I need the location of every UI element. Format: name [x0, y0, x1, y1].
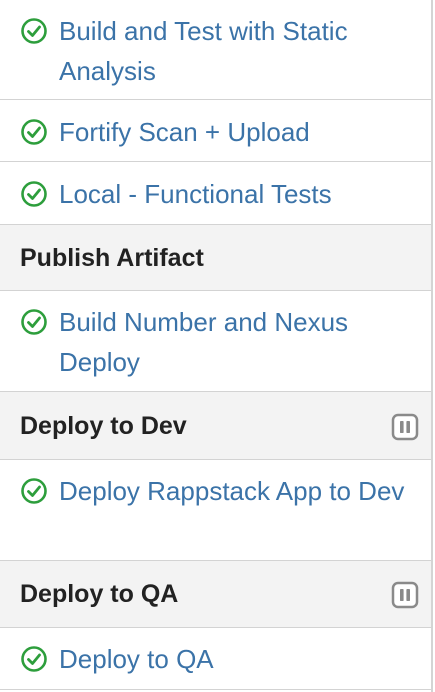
success-check-icon [21, 181, 47, 207]
success-check-icon [21, 309, 47, 335]
stage-title: Publish Artifact [20, 244, 204, 272]
stage-header-deploy-to-qa: Deploy to QA [0, 561, 431, 628]
success-check-icon [21, 18, 47, 44]
success-check-icon [21, 646, 47, 672]
success-check-icon [21, 119, 47, 145]
stage-title: Deploy to QA [20, 580, 179, 608]
success-check-icon [21, 478, 47, 504]
stage-title: Deploy to Dev [20, 412, 187, 440]
stage-header-deploy-to-dev: Deploy to Dev [0, 392, 431, 460]
job-link-deploy-rappstack-dev[interactable]: Deploy Rappstack App to Dev [59, 471, 419, 511]
job-link-fortify-scan[interactable]: Fortify Scan + Upload [59, 112, 419, 152]
stage-header-publish-artifact: Publish Artifact [0, 225, 431, 291]
job-link-build-number-nexus[interactable]: Build Number and Nexus Deploy [59, 302, 419, 382]
job-row: Build Number and Nexus Deploy [0, 291, 431, 392]
job-row: Fortify Scan + Upload [0, 100, 431, 162]
job-row: Build and Test with Static Analysis [0, 0, 431, 100]
job-row: Local - Functional Tests [0, 162, 431, 225]
job-link-deploy-to-qa[interactable]: Deploy to QA [59, 639, 419, 679]
pause-icon[interactable] [391, 581, 419, 609]
job-link-build-and-test[interactable]: Build and Test with Static Analysis [59, 11, 419, 91]
job-row: Deploy to QA [0, 628, 431, 690]
job-link-local-functional-tests[interactable]: Local - Functional Tests [59, 174, 419, 214]
job-row: Deploy Rappstack App to Dev [0, 460, 431, 561]
pause-icon[interactable] [391, 413, 419, 441]
pipeline-stage-list: Build and Test with Static Analysis Fort… [0, 0, 433, 692]
